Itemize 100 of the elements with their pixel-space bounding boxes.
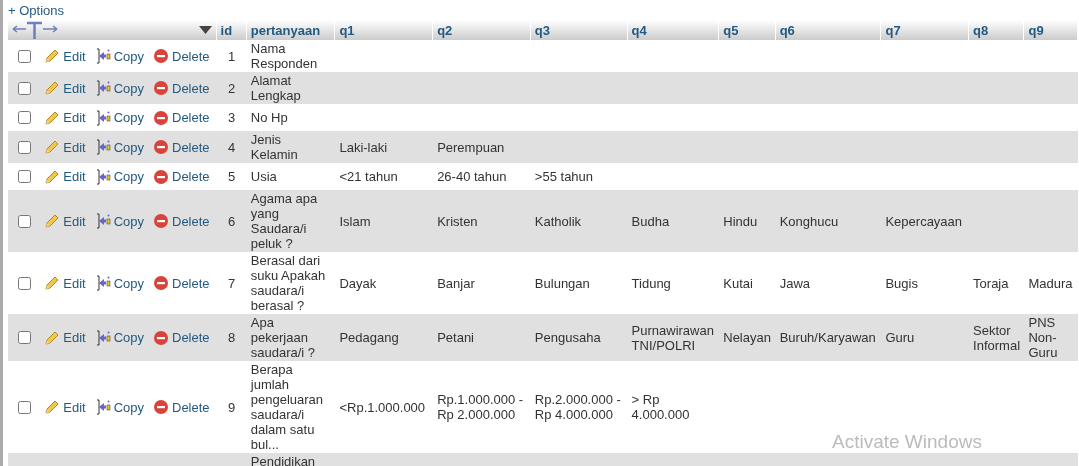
row-checkbox[interactable]: [18, 214, 31, 228]
edit-link[interactable]: Edit: [44, 213, 86, 229]
delete-link[interactable]: Delete: [153, 80, 210, 96]
table-cell: Berapa jumlah pengeluaran saudara/i dalam satu bul...: [250, 362, 324, 452]
table-cell: Pengusaha: [534, 330, 601, 345]
table-cell: 7: [228, 275, 236, 291]
copy-link[interactable]: Copy: [94, 275, 144, 291]
column-header[interactable]: pertanyaan: [246, 20, 336, 40]
copy-link[interactable]: Copy: [94, 168, 144, 185]
row-checkbox[interactable]: [18, 111, 31, 124]
row-checkbox[interactable]: [18, 170, 31, 183]
column-resize-icon[interactable]: [12, 21, 58, 39]
pencil-icon: [44, 139, 61, 155]
column-header[interactable]: q2: [433, 20, 531, 40]
table-cell: 26-40 tahun: [437, 169, 507, 184]
table-cell: 2: [228, 80, 236, 96]
edit-link[interactable]: Edit: [44, 139, 86, 155]
delete-link[interactable]: Delete: [153, 329, 210, 346]
table-cell: 9: [228, 399, 236, 415]
edit-link[interactable]: Edit: [44, 275, 86, 291]
column-header[interactable]: q4: [627, 20, 720, 40]
row-checkbox[interactable]: [18, 140, 31, 154]
table-cell: Kepercayaan: [885, 213, 963, 229]
column-header[interactable]: q6: [775, 20, 882, 40]
delete-icon: [153, 275, 169, 291]
table-cell: 8: [228, 330, 236, 345]
column-header[interactable]: q8: [969, 20, 1025, 40]
row-checkbox[interactable]: [18, 331, 31, 344]
column-header[interactable]: id: [216, 20, 247, 40]
table-cell: Apa pekerjaan saudara/i ?: [250, 315, 316, 360]
table-cell: Rp.1.000.000 - Rp 2.000.000: [437, 392, 524, 422]
edit-link[interactable]: Edit: [44, 48, 86, 64]
delete-link[interactable]: Delete: [153, 168, 210, 185]
table-cell: Kutai: [723, 275, 753, 291]
pencil-icon: [44, 80, 61, 96]
column-header[interactable]: q1: [335, 20, 434, 40]
row-checkbox[interactable]: [18, 81, 31, 95]
copy-link[interactable]: Copy: [94, 399, 144, 415]
column-header[interactable]: q3: [530, 20, 628, 40]
edit-link[interactable]: Edit: [44, 80, 86, 96]
column-header[interactable]: q9: [1024, 20, 1078, 40]
edit-link[interactable]: Edit: [44, 399, 86, 415]
table-cell: Jenis Kelamin: [250, 132, 298, 162]
table-cell: Perempuan: [437, 139, 505, 155]
table-cell: 6: [228, 213, 236, 229]
copy-link[interactable]: Copy: [94, 109, 144, 126]
delete-icon: [153, 139, 169, 155]
delete-link[interactable]: Delete: [153, 275, 210, 291]
copy-icon: [94, 275, 111, 291]
delete-icon: [153, 213, 169, 229]
table-cell: 3: [228, 110, 236, 125]
table-cell: Laki-laki: [339, 139, 388, 155]
pencil-icon: [44, 275, 61, 291]
copy-icon: [94, 139, 111, 155]
table-cell: 1: [228, 48, 236, 64]
table-cell: Nelayan: [723, 330, 771, 345]
table-cell: Kristen: [437, 213, 478, 229]
row-checkbox[interactable]: [18, 400, 31, 414]
delete-link[interactable]: Delete: [153, 109, 210, 126]
edit-link[interactable]: Edit: [44, 329, 86, 346]
table-cell: 5: [228, 169, 236, 184]
table-cell: Bulungan: [534, 275, 590, 291]
copy-link[interactable]: Copy: [94, 329, 144, 346]
table-cell: Berasal dari suku Apakah saudara/i berasal ?: [250, 253, 326, 313]
table-cell: No Hp: [250, 110, 288, 125]
row-checkbox[interactable]: [18, 276, 31, 290]
table-cell: Dayak: [339, 275, 377, 291]
copy-link[interactable]: Copy: [94, 48, 144, 64]
copy-icon: [94, 109, 111, 126]
table-cell: Guru: [885, 330, 915, 345]
column-header[interactable]: q5: [719, 20, 776, 40]
row-checkbox[interactable]: [18, 49, 31, 63]
copy-icon: [94, 213, 111, 229]
pencil-icon: [44, 48, 61, 64]
copy-icon: [94, 48, 111, 64]
table-cell: Agama apa yang Saudara/i peluk ?: [250, 191, 318, 251]
table-cell: Budha: [631, 213, 670, 229]
table-cell: Konghucu: [779, 213, 839, 229]
delete-link[interactable]: Delete: [153, 48, 210, 64]
copy-icon: [94, 329, 111, 346]
table-cell: > Rp 4.000.000: [631, 392, 690, 422]
options-link[interactable]: + Options: [8, 3, 64, 19]
copy-icon: [94, 168, 111, 185]
copy-link[interactable]: Copy: [94, 139, 144, 155]
table-cell: Tidung: [631, 275, 671, 291]
edit-link[interactable]: Edit: [44, 168, 86, 185]
dropdown-icon[interactable]: [198, 26, 212, 34]
table-cell: Nama Responden: [250, 41, 318, 71]
delete-icon: [153, 48, 169, 64]
copy-link[interactable]: Copy: [94, 213, 144, 229]
column-header[interactable]: q7: [881, 20, 970, 40]
delete-link[interactable]: Delete: [153, 213, 210, 229]
copy-link[interactable]: Copy: [94, 80, 144, 96]
table-cell: Pedagang: [339, 330, 399, 345]
pencil-icon: [44, 329, 61, 346]
delete-link[interactable]: Delete: [153, 139, 210, 155]
edit-link[interactable]: Edit: [44, 109, 86, 126]
table-cell: Alamat Lengkap: [250, 73, 301, 103]
pencil-icon: [44, 168, 61, 185]
delete-link[interactable]: Delete: [153, 399, 210, 415]
